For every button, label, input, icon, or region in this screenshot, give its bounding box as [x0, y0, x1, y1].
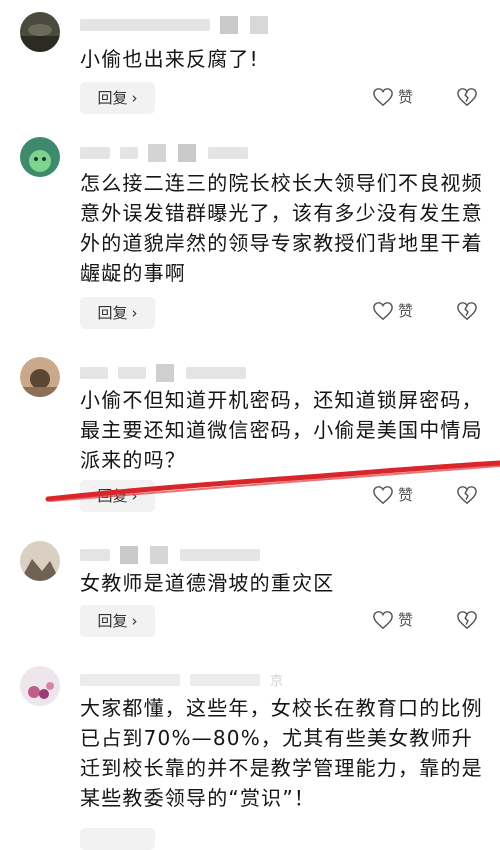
avatar[interactable] — [20, 12, 60, 52]
username-blurred — [80, 362, 256, 382]
reply-button[interactable]: 回复 › — [80, 480, 155, 512]
broken-heart-icon — [457, 611, 477, 630]
comment-text: 怎么接二连三的院长校长大领导们不良视频意外误发错群曝光了，该有多少没有发生意外的… — [80, 171, 483, 285]
reply-button[interactable]: 回复 › — [80, 82, 155, 114]
username-blurred — [80, 142, 258, 162]
broken-heart-icon — [457, 88, 477, 107]
like-label: 赞 — [398, 486, 414, 504]
avatar[interactable] — [20, 137, 60, 177]
heart-outline-icon — [373, 485, 393, 504]
heart-outline-icon — [373, 301, 393, 320]
dislike-button[interactable] — [456, 485, 478, 507]
reply-label: 回复 — [97, 304, 128, 322]
reply-label: 回复 — [97, 612, 128, 630]
reply-label: 回复 — [97, 487, 128, 505]
chevron-right-icon: › — [131, 487, 138, 505]
avatar[interactable] — [20, 357, 60, 397]
chevron-right-icon: › — [131, 612, 138, 630]
location-text: 京 — [270, 674, 284, 689]
broken-heart-icon — [457, 486, 477, 505]
like-button[interactable]: 赞 — [372, 300, 432, 324]
comment-text: 小偷也出来反腐了! — [80, 47, 259, 71]
username-blurred — [80, 14, 280, 34]
comment-text: 小偷不但知道开机密码，还知道锁屏密码，最主要还知道微信密码，小偷是美国中情局派来… — [80, 388, 483, 472]
dislike-button[interactable] — [456, 301, 478, 323]
avatar[interactable] — [20, 666, 60, 706]
avatar[interactable] — [20, 541, 60, 581]
like-label: 赞 — [398, 302, 414, 320]
broken-heart-icon — [457, 302, 477, 321]
comment-text: 大家都懂，这些年，女校长在教育口的比例已占到70%—80%，尤其有些美女教师升迁… — [80, 696, 483, 810]
like-button[interactable]: 赞 — [372, 484, 432, 508]
dislike-button[interactable] — [456, 87, 478, 109]
like-label: 赞 — [398, 611, 414, 629]
dislike-button[interactable] — [456, 610, 478, 632]
like-label: 赞 — [398, 88, 414, 106]
reply-label: 回复 — [97, 89, 128, 107]
comment-text: 女教师是道德滑坡的重灾区 — [80, 571, 335, 595]
chevron-right-icon: › — [131, 304, 138, 322]
like-button[interactable]: 赞 — [372, 86, 432, 110]
username-blurred: 京 — [80, 669, 283, 689]
reply-button[interactable]: 回复 › — [80, 605, 155, 637]
heart-outline-icon — [373, 610, 393, 629]
username-blurred — [80, 544, 270, 564]
chevron-right-icon: › — [131, 89, 138, 107]
reply-button[interactable] — [80, 828, 155, 850]
reply-button[interactable]: 回复 › — [80, 297, 155, 329]
heart-outline-icon — [373, 87, 393, 106]
like-button[interactable]: 赞 — [372, 609, 432, 633]
